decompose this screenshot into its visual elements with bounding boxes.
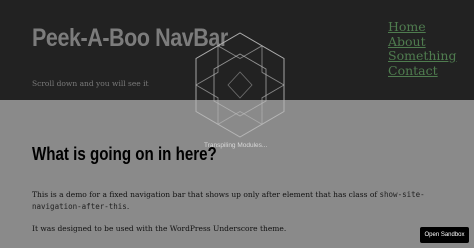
main-navigation: Home About Something Contact xyxy=(388,19,456,79)
nav-item-about: About xyxy=(388,34,456,50)
open-sandbox-button[interactable]: Open Sandbox xyxy=(420,227,469,243)
nav-link-contact[interactable]: Contact xyxy=(388,63,438,78)
site-description: Scroll down and you will see it xyxy=(32,79,149,88)
hexagon-spinner-icon xyxy=(195,32,285,138)
nav-item-something: Something xyxy=(388,48,456,64)
nav-item-contact: Contact xyxy=(388,63,456,79)
content-title: What is going on in here? xyxy=(32,144,217,164)
paragraph-end: . xyxy=(126,202,130,211)
content-paragraph-2: It was designed to be used with the Word… xyxy=(32,224,287,233)
content-paragraph-1: This is a demo for a fixed navigation ba… xyxy=(32,189,452,213)
nav-link-about[interactable]: About xyxy=(388,34,426,49)
nav-link-home[interactable]: Home xyxy=(388,19,426,34)
page: Peek-A-Boo NavBar Scroll down and you wi… xyxy=(0,0,474,248)
nav-item-home: Home xyxy=(388,19,456,35)
nav-link-something[interactable]: Something xyxy=(388,48,456,63)
paragraph-text: This is a demo for a fixed navigation ba… xyxy=(32,190,380,199)
